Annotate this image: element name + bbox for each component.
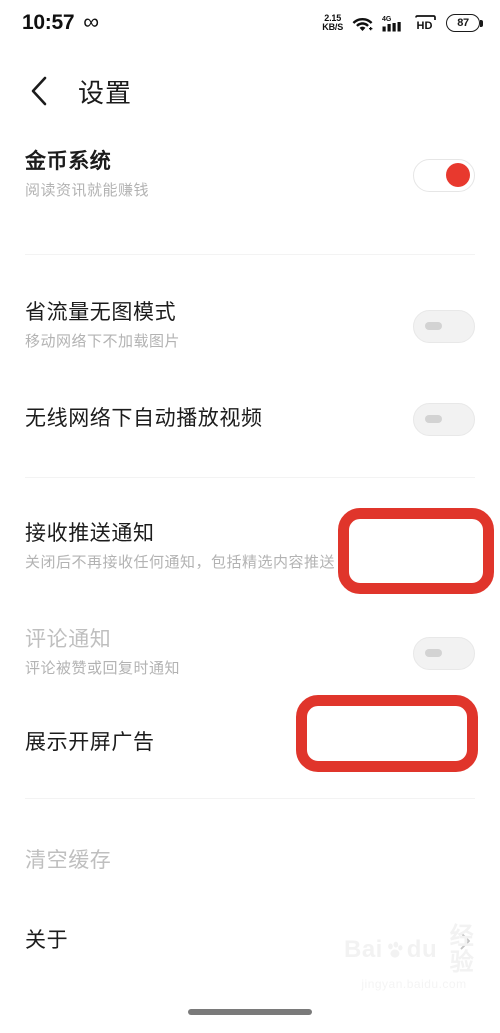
infinity-icon: ∞ (83, 9, 99, 34)
setting-row-push-notification[interactable]: 接收推送通知 关闭后不再接收任何通知，包括精选内容推送 (0, 511, 500, 583)
svg-text:HD: HD (417, 20, 433, 31)
row-texts: 展示开屏广告 (25, 729, 413, 757)
phone-screen: 10:57 ∞ 2.15 KB/S 4G HD 87 设置 金币系统 阅读资讯就… (0, 0, 500, 1033)
settings-list: 金币系统 阅读资讯就能赚钱 省流量无图模式 移动网络下不加载图片 无线网络下自动… (0, 140, 500, 952)
setting-subtitle: 关闭后不再接收任何通知，包括精选内容推送 (25, 553, 336, 571)
setting-title: 省流量无图模式 (25, 300, 177, 324)
row-texts: 评论通知 评论被赞或回复时通知 (25, 626, 413, 681)
baidu-jingyan-watermark: Bai du 经验 jingyan.baidu.com (344, 924, 484, 992)
toggle-comment-notification[interactable] (413, 636, 475, 670)
network-speed-indicator: 2.15 KB/S (322, 13, 343, 33)
row-texts: 接收推送通知 关闭后不再接收任何通知，包括精选内容推送 (25, 520, 413, 575)
section-divider-3 (25, 798, 475, 799)
battery-icon: 87 (446, 14, 483, 32)
toggle-splash-ad[interactable] (413, 726, 475, 760)
setting-row-comment-notification[interactable]: 评论通知 评论被赞或回复时通知 (0, 617, 500, 689)
setting-title: 接收推送通知 (25, 521, 155, 545)
watermark-brand: Bai du 经验 (344, 924, 484, 976)
setting-title: 展示开屏广告 (25, 731, 155, 754)
status-bar: 10:57 ∞ 2.15 KB/S 4G HD 87 (0, 0, 500, 46)
toggle-knob (425, 739, 442, 747)
setting-title: 无线网络下自动播放视频 (25, 407, 263, 430)
watermark-brand-suffix: du (406, 936, 438, 963)
setting-subtitle: 移动网络下不加载图片 (25, 332, 181, 350)
back-button[interactable] (22, 74, 56, 108)
section-divider-2 (25, 477, 475, 478)
toggle-data-saver[interactable] (413, 309, 475, 343)
toggle-wifi-autoplay[interactable] (413, 402, 475, 436)
toggle-knob (425, 415, 442, 423)
setting-row-coin-system[interactable]: 金币系统 阅读资讯就能赚钱 (0, 140, 500, 210)
setting-row-wifi-autoplay[interactable]: 无线网络下自动播放视频 (0, 388, 500, 450)
watermark-url: jingyan.baidu.com (361, 977, 467, 991)
page-title: 设置 (78, 77, 133, 108)
setting-row-clear-cache[interactable]: 清空缓存 (0, 830, 500, 892)
wifi-icon (352, 17, 373, 31)
setting-title: 金币系统 (25, 149, 112, 173)
home-indicator-bar[interactable] (188, 1009, 312, 1015)
row-texts: 金币系统 阅读资讯就能赚钱 (25, 148, 413, 203)
row-texts: 无线网络下自动播放视频 (25, 405, 413, 433)
toggle-push-notification[interactable] (413, 530, 475, 564)
status-bar-clock: 10:57 (22, 11, 75, 34)
paw-icon (388, 941, 403, 958)
section-divider-1 (25, 254, 475, 255)
setting-subtitle: 评论被赞或回复时通知 (25, 659, 181, 677)
status-bar-right: 2.15 KB/S 4G HD 87 (322, 13, 483, 33)
setting-subtitle: 阅读资讯就能赚钱 (25, 181, 150, 199)
toggle-knob (446, 163, 470, 187)
toggle-coin-system[interactable] (413, 158, 475, 192)
setting-row-splash-ad[interactable]: 展示开屏广告 (0, 712, 500, 774)
toggle-knob (425, 322, 442, 330)
svg-text:4G: 4G (382, 16, 392, 23)
toggle-knob (425, 649, 442, 657)
page-header: 设置 (0, 60, 500, 122)
row-texts: 省流量无图模式 移动网络下不加载图片 (25, 299, 413, 354)
toggle-knob (425, 543, 442, 551)
row-texts: 清空缓存 (25, 847, 475, 875)
setting-title: 清空缓存 (25, 849, 112, 872)
status-bar-left: 10:57 ∞ (22, 11, 99, 35)
watermark-brand-prefix: Bai (344, 936, 383, 963)
setting-title: 评论通知 (25, 627, 112, 651)
network-speed-unit: KB/S (322, 22, 343, 32)
hd-icon: HD (415, 15, 436, 31)
chevron-left-icon (31, 76, 47, 106)
cellular-signal-icon: 4G (382, 16, 401, 32)
battery-level: 87 (457, 17, 469, 29)
setting-row-data-saver[interactable]: 省流量无图模式 移动网络下不加载图片 (0, 290, 500, 362)
watermark-brand-cn: 经验 (449, 923, 475, 976)
